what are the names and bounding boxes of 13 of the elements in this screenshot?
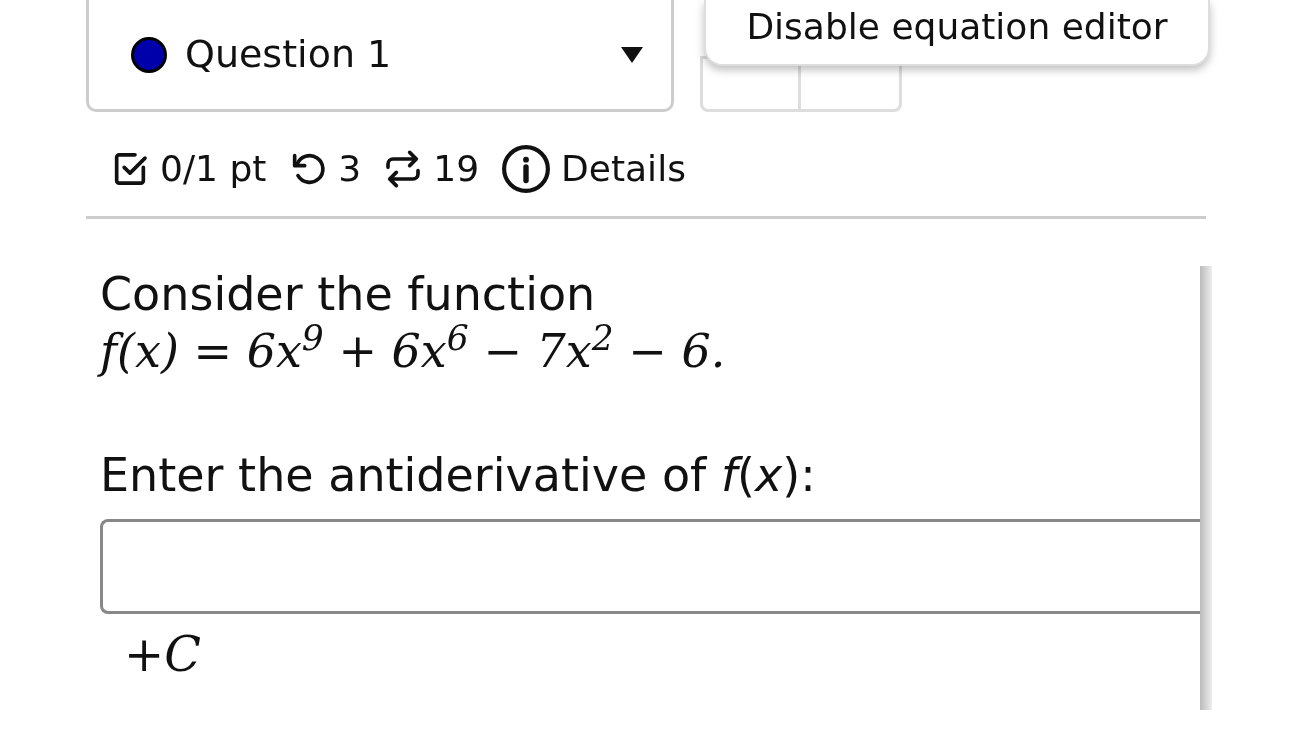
attempts-count: 3 [338,147,362,191]
status-dot [131,36,167,73]
tooltip: Disable equation editor [704,0,1210,66]
versions-count: 19 [433,147,480,191]
details-link[interactable]: Details [561,142,686,196]
caret-icon [621,46,643,63]
constant-label: +C [124,625,201,685]
answer-prompt: Enter the antiderivative of f(x): [100,448,817,504]
question-text: Consider the function [100,267,597,323]
info-icon [501,144,552,194]
answer-field[interactable] [100,519,1200,615]
question-select[interactable]: Question 1 [86,0,674,112]
score-text: 0/1 pt [160,147,267,191]
